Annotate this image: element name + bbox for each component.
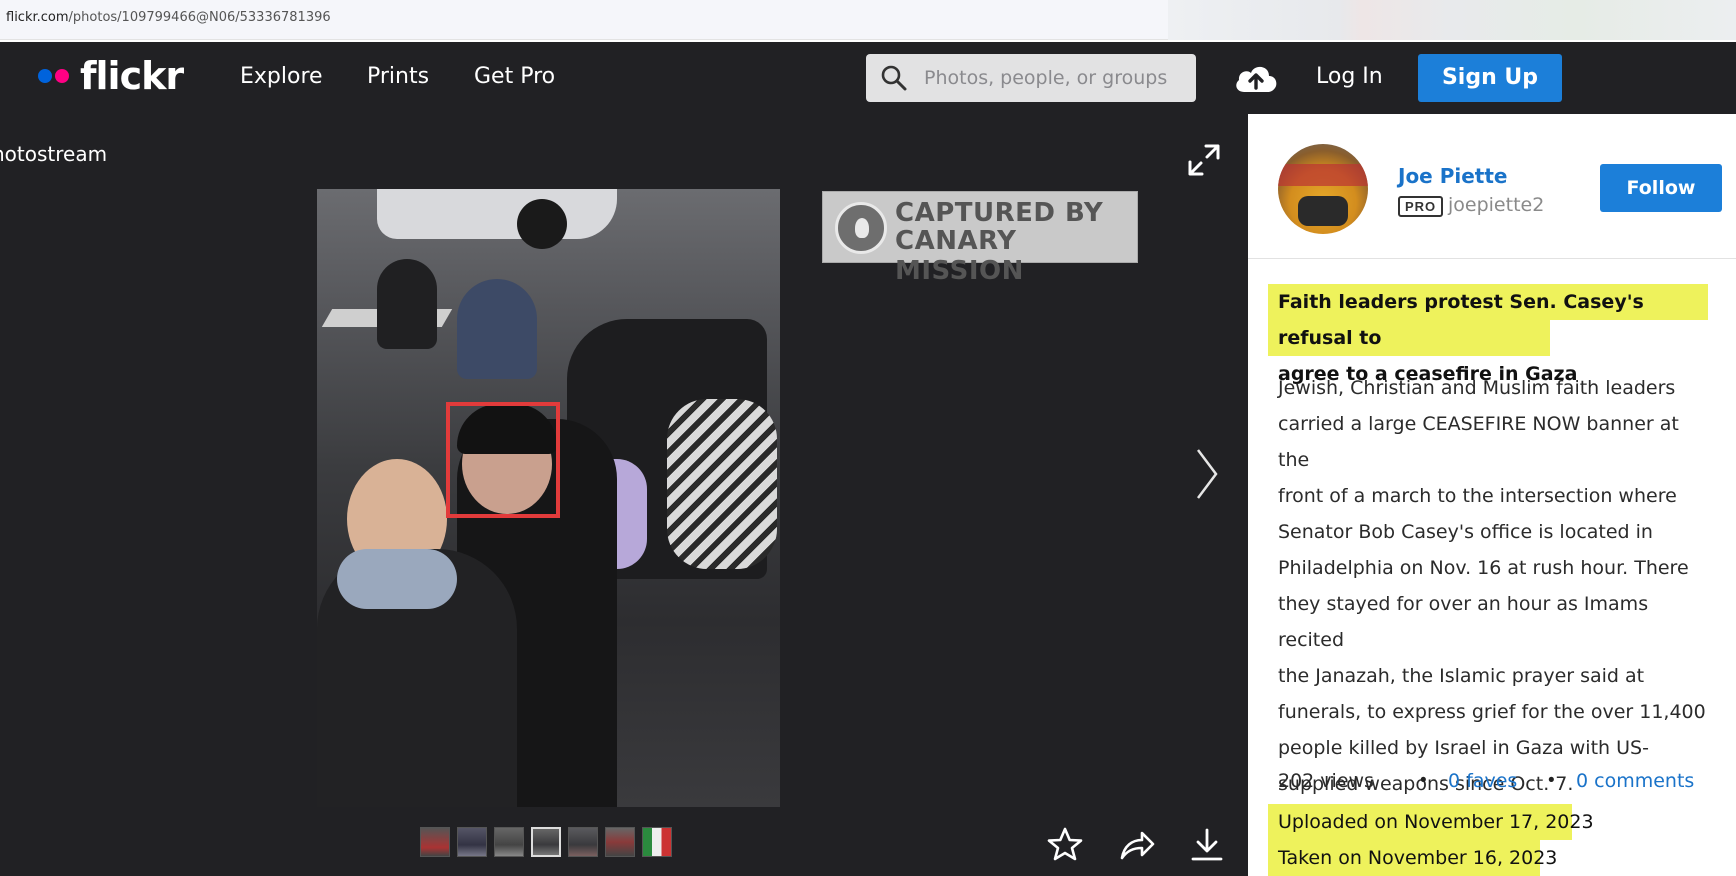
thumbnail[interactable]: [605, 827, 635, 857]
search-box[interactable]: [866, 54, 1196, 102]
photo-title-line: Faith leaders protest Sen. Casey's refus…: [1278, 291, 1644, 349]
thumbnail[interactable]: [494, 827, 524, 857]
download-icon[interactable]: [1188, 826, 1226, 864]
expand-icon[interactable]: [1186, 142, 1222, 178]
next-arrow-icon[interactable]: [1192, 444, 1222, 504]
nav-explore[interactable]: Explore: [240, 64, 323, 89]
face-highlight-box: [446, 402, 560, 518]
nav-prints[interactable]: Prints: [367, 64, 429, 89]
photo-dates: Uploaded on November 17, 2023 Taken on N…: [1278, 804, 1594, 876]
taken-date: Taken on November 16, 2023: [1278, 847, 1558, 869]
logo-text: flickr: [80, 54, 184, 98]
pro-badge: PRO: [1398, 196, 1444, 217]
site-header: flickr Explore Prints Get Pro Log In Sig…: [0, 42, 1736, 114]
nav-get-pro[interactable]: Get Pro: [474, 64, 555, 89]
thumbnail[interactable]: [420, 827, 450, 857]
follow-button[interactable]: Follow: [1600, 164, 1722, 212]
url-host: flickr.com: [6, 10, 69, 25]
description-line: people killed by Israel in Gaza with US-: [1278, 737, 1649, 759]
photo-person: [457, 279, 537, 379]
comments-link[interactable]: 0 comments: [1576, 770, 1694, 792]
main-photo[interactable]: [317, 189, 780, 807]
upload-cloud-icon[interactable]: [1232, 60, 1280, 96]
logo-blue-dot: [38, 69, 52, 83]
thumbnail[interactable]: [568, 827, 598, 857]
login-link[interactable]: Log In: [1316, 64, 1383, 89]
bullet-separator: •: [1420, 770, 1427, 791]
owner-handle[interactable]: joepiette2: [1448, 194, 1544, 216]
search-icon: [881, 65, 907, 91]
photo-person: [377, 259, 437, 349]
url-path: /photos/109799466@N06/53336781396: [68, 10, 331, 25]
uploaded-date: Uploaded on November 17, 2023: [1278, 811, 1594, 833]
description-line: Philadelphia on Nov. 16 at rush hour. Th…: [1278, 557, 1689, 579]
description-line: Jewish, Christian and Muslim faith leade…: [1278, 377, 1676, 399]
description-line: the Janazah, the Islamic prayer said at: [1278, 665, 1645, 687]
photo-scarf: [337, 549, 457, 609]
views-count: 202 views: [1278, 770, 1374, 792]
avatar-banner: [1278, 164, 1368, 186]
description-line: front of a march to the intersection whe…: [1278, 485, 1677, 507]
photo-car: [377, 189, 617, 239]
canary-mission-watermark: CAPTURED BY CANARY MISSION: [822, 191, 1138, 286]
description-line: Senator Bob Casey's office is located in: [1278, 521, 1653, 543]
thumbnail-strip: [420, 827, 672, 857]
logo-pink-dot: [55, 69, 69, 83]
owner-avatar[interactable]: [1278, 144, 1368, 234]
avatar-fists: [1298, 196, 1348, 226]
photo-wheel: [517, 199, 567, 249]
address-bar[interactable]: flickr.com/photos/109799466@N06/53336781…: [0, 0, 1736, 40]
flickr-logo[interactable]: flickr: [38, 54, 184, 98]
search-input[interactable]: [924, 54, 1184, 102]
signup-button[interactable]: Sign Up: [1418, 54, 1562, 102]
bullet-separator: •: [1548, 770, 1555, 791]
photo-viewer: hotostream CAPTURED BY CANARY MISSION: [0, 114, 1248, 876]
share-icon[interactable]: [1118, 826, 1156, 864]
thumbnail[interactable]: [457, 827, 487, 857]
photo-keffiyeh: [667, 399, 777, 569]
canary-bird-icon: [835, 202, 887, 254]
stamp-line-1: CAPTURED BY: [895, 198, 1104, 228]
photo-info-sidebar: Joe Piette PRO joepiette2 Follow Faith l…: [1248, 114, 1736, 876]
description-line: funerals, to express grief for the over …: [1278, 701, 1706, 723]
back-to-photostream-link[interactable]: hotostream: [0, 142, 107, 166]
description-line: they stayed for over an hour as Imams re…: [1278, 593, 1649, 651]
thumbnail-current[interactable]: [531, 827, 561, 857]
thumbnail[interactable]: [642, 827, 672, 857]
divider: [1248, 258, 1736, 259]
photo-description: Jewish, Christian and Muslim faith leade…: [1278, 370, 1708, 802]
owner-name-link[interactable]: Joe Piette: [1398, 164, 1507, 188]
stamp-line-2: CANARY MISSION: [895, 226, 1024, 286]
faves-link[interactable]: 0 faves: [1448, 770, 1517, 792]
favorite-star-icon[interactable]: [1046, 826, 1084, 864]
url-text[interactable]: flickr.com/photos/109799466@N06/53336781…: [6, 10, 331, 25]
description-line: carried a large CEASEFIRE NOW banner at …: [1278, 413, 1679, 471]
browser-toolbar-blurred: [1168, 0, 1736, 40]
